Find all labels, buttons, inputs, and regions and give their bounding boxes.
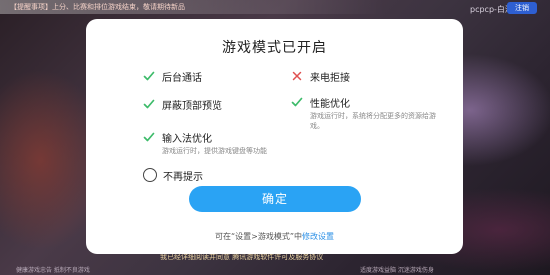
background-top-notice: 【提醒事项】上分、比赛和排位游戏结束，敬请期待新品 xyxy=(10,3,185,11)
no-remind-radio[interactable] xyxy=(143,168,157,182)
confirm-button[interactable]: 确定 xyxy=(189,186,361,212)
feature-label: 输入法优化 xyxy=(162,134,212,145)
background-bottom-small-left: 健康游戏忠告 抵制不良游戏 xyxy=(16,267,90,274)
feature-description: 游戏运行时，提供游戏键盘等功能 xyxy=(162,147,267,155)
feature-description: 游戏运行时，系统将分配更多的资源给游戏。 xyxy=(310,112,436,130)
feature-label: 后台通话 xyxy=(162,73,202,84)
feature-label: 屏蔽顶部预览 xyxy=(162,101,222,112)
cross-icon xyxy=(292,71,302,81)
background-bottom-small-right: 适度游戏益脑 沉迷游戏伤身 xyxy=(360,267,434,274)
check-icon xyxy=(143,132,155,142)
check-icon xyxy=(291,97,303,107)
feature-label: 来电拒接 xyxy=(310,73,350,84)
footer-text: 可在“设置>游戏模式”中 xyxy=(215,232,302,241)
game-mode-dialog: 游戏模式已开启 后台通话 来电拒接 屏蔽顶部预览 性能优化 游戏运行时，系统将分… xyxy=(86,19,463,254)
feature-label: 性能优化 xyxy=(310,99,350,110)
no-remind-label[interactable]: 不再提示 xyxy=(163,168,203,183)
dialog-title: 游戏模式已开启 xyxy=(222,40,327,56)
check-icon xyxy=(143,71,155,81)
background-logout-button[interactable]: 注销 xyxy=(507,2,537,14)
dialog-footer: 可在“设置>游戏模式”中修改设置 xyxy=(86,231,463,242)
check-icon xyxy=(143,99,155,109)
modify-settings-link[interactable]: 修改设置 xyxy=(302,232,334,241)
